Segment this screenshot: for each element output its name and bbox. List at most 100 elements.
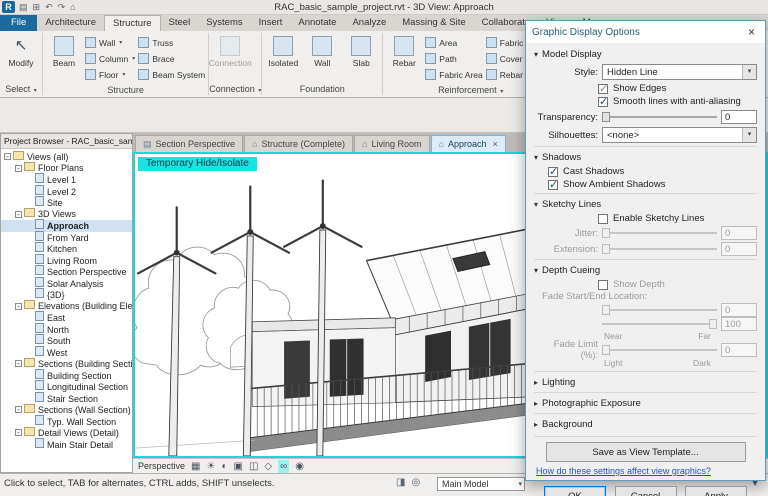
beam-button[interactable]: Beam (46, 33, 82, 68)
tree-expander-icon[interactable] (26, 314, 33, 321)
tree-item[interactable]: Typ. Wall Section (1, 416, 132, 428)
visual-style-icon[interactable]: ▦ (191, 460, 200, 473)
show-crop-region-icon[interactable]: ◫ (249, 460, 258, 473)
column-button[interactable]: Column▾ (85, 51, 135, 66)
silhouettes-dropdown[interactable]: <none>▾ (602, 127, 757, 143)
transparency-slider[interactable] (602, 111, 717, 123)
rebar-button[interactable]: Rebar (386, 33, 422, 68)
wall-button[interactable]: Wall▾ (85, 35, 135, 50)
tree-expander-icon[interactable] (26, 222, 33, 229)
view-tab-close-icon[interactable]: × (492, 139, 497, 149)
tree-item[interactable]: Stair Section (1, 393, 132, 405)
tree-item[interactable]: {3D} (1, 289, 132, 301)
tree-item[interactable]: - Elevations (Building Eleva (1, 301, 132, 313)
ribbon-tab[interactable]: Structure (104, 15, 161, 31)
tree-expander-icon[interactable] (26, 418, 33, 425)
ribbon-tab[interactable]: Annotate (290, 15, 344, 31)
view-tab[interactable]: ⌂ Living Room (354, 135, 429, 152)
tree-expander-icon[interactable]: - (15, 429, 22, 436)
cancel-button[interactable]: Cancel (615, 486, 677, 496)
brace-button[interactable]: Brace (138, 51, 205, 66)
tree-expander-icon[interactable]: - (15, 360, 22, 367)
view-scale-label[interactable]: Perspective (138, 461, 185, 471)
beam-system-button[interactable]: Beam System (138, 67, 205, 82)
ribbon-tab[interactable]: Steel (161, 15, 199, 31)
ambient-shadows-checkbox[interactable] (548, 180, 558, 190)
tree-item[interactable]: Solar Analysis (1, 278, 132, 290)
tree-expander-icon[interactable] (26, 234, 33, 241)
tree-expander-icon[interactable] (26, 383, 33, 390)
section-background[interactable]: ▸Background (534, 413, 757, 432)
worksharing-icon[interactable]: ◨ (396, 477, 405, 488)
main-model-dropdown[interactable]: Main Model▾ (437, 477, 525, 491)
view-tab[interactable]: ⌂ Structure (Complete) (244, 135, 353, 152)
save-as-view-template-button[interactable]: Save as View Template... (546, 442, 746, 462)
tree-expander-icon[interactable] (26, 326, 33, 333)
ribbon-tab[interactable]: Insert (251, 15, 291, 31)
panel-label-connection[interactable]: Connection ▾ (209, 83, 261, 97)
view-tab[interactable]: ▤ Section Perspective (135, 135, 243, 152)
tree-expander-icon[interactable] (26, 441, 33, 448)
cast-shadows-checkbox[interactable] (548, 167, 558, 177)
fabric-area-button[interactable]: Fabric Area (425, 67, 482, 82)
tree-expander-icon[interactable] (26, 257, 33, 264)
project-browser-title[interactable]: Project Browser - RAC_basic_samp... (1, 134, 132, 149)
path-rebar-button[interactable]: Path (425, 51, 482, 66)
ribbon-tab[interactable]: Analyze (344, 15, 394, 31)
section-photographic-exposure[interactable]: ▸Photographic Exposure (534, 392, 757, 411)
tree-item[interactable]: Level 2 (1, 186, 132, 198)
tree-expander-icon[interactable] (26, 176, 33, 183)
tree-expander-icon[interactable] (26, 245, 33, 252)
section-model-display[interactable]: ▾Model Display (534, 47, 757, 62)
lock-view-icon[interactable]: ◇ (264, 460, 272, 473)
temporary-hide-isolate-icon[interactable]: ∞ (278, 460, 289, 473)
style-dropdown[interactable]: Hidden Line▾ (602, 64, 757, 80)
tree-expander-icon[interactable] (26, 199, 33, 206)
ribbon-tab[interactable]: File (0, 15, 37, 31)
ribbon-tab[interactable]: Systems (198, 15, 250, 31)
tree-expander-icon[interactable] (26, 188, 33, 195)
isolated-foundation-button[interactable]: Isolated (265, 33, 301, 68)
panel-label-select[interactable]: Select ▾ (0, 83, 42, 97)
modify-button[interactable]: ↖ Modify (3, 33, 39, 68)
tree-expander-icon[interactable] (26, 395, 33, 402)
crop-view-icon[interactable]: ▣ (234, 460, 243, 473)
sun-path-icon[interactable]: ☀ (206, 460, 215, 473)
enable-sketchy-checkbox[interactable] (598, 214, 608, 224)
apply-button[interactable]: Apply (685, 486, 747, 496)
tree-expander-icon[interactable]: - (15, 406, 22, 413)
view-tab[interactable]: ⌂ Approach × (431, 135, 506, 152)
ribbon-tab[interactable]: Massing & Site (394, 15, 473, 31)
tree-item[interactable]: - Views (all) (1, 151, 132, 163)
tree-expander-icon[interactable] (26, 268, 33, 275)
area-rebar-button[interactable]: Area (425, 35, 482, 50)
transparency-value[interactable]: 0 (721, 110, 757, 124)
tree-expander-icon[interactable] (26, 372, 33, 379)
tree-expander-icon[interactable] (26, 337, 33, 344)
reveal-hidden-elements-icon[interactable]: ◉ (295, 460, 304, 473)
slab-button[interactable]: Slab (343, 33, 379, 68)
shadows-icon[interactable]: ◐ (221, 460, 227, 473)
design-options-icon[interactable]: ◎ (411, 477, 420, 488)
floor-button[interactable]: Floor▾ (85, 67, 135, 82)
smooth-lines-checkbox[interactable] (598, 97, 608, 107)
dialog-close-icon[interactable]: × (744, 25, 759, 39)
tree-expander-icon[interactable]: - (4, 153, 11, 160)
section-lighting[interactable]: ▸Lighting (534, 371, 757, 390)
help-link[interactable]: How do these settings affect view graphi… (536, 466, 711, 476)
truss-button[interactable]: Truss (138, 35, 205, 50)
tree-expander-icon[interactable] (26, 349, 33, 356)
section-shadows[interactable]: ▾Shadows (534, 146, 757, 165)
ok-button[interactable]: OK (544, 486, 606, 496)
section-sketchy-lines[interactable]: ▾Sketchy Lines (534, 193, 757, 212)
tree-expander-icon[interactable] (26, 291, 33, 298)
tree-expander-icon[interactable] (26, 280, 33, 287)
section-depth-cueing[interactable]: ▾Depth Cueing (534, 259, 757, 278)
tree-item[interactable]: Site (1, 197, 132, 209)
tree-expander-icon[interactable]: - (15, 303, 22, 310)
tree-item[interactable]: Main Stair Detail (1, 439, 132, 451)
ribbon-tab[interactable]: Architecture (37, 15, 104, 31)
wall-foundation-button[interactable]: Wall (304, 33, 340, 68)
tree-expander-icon[interactable]: - (15, 211, 22, 218)
tree-expander-icon[interactable]: - (15, 165, 22, 172)
